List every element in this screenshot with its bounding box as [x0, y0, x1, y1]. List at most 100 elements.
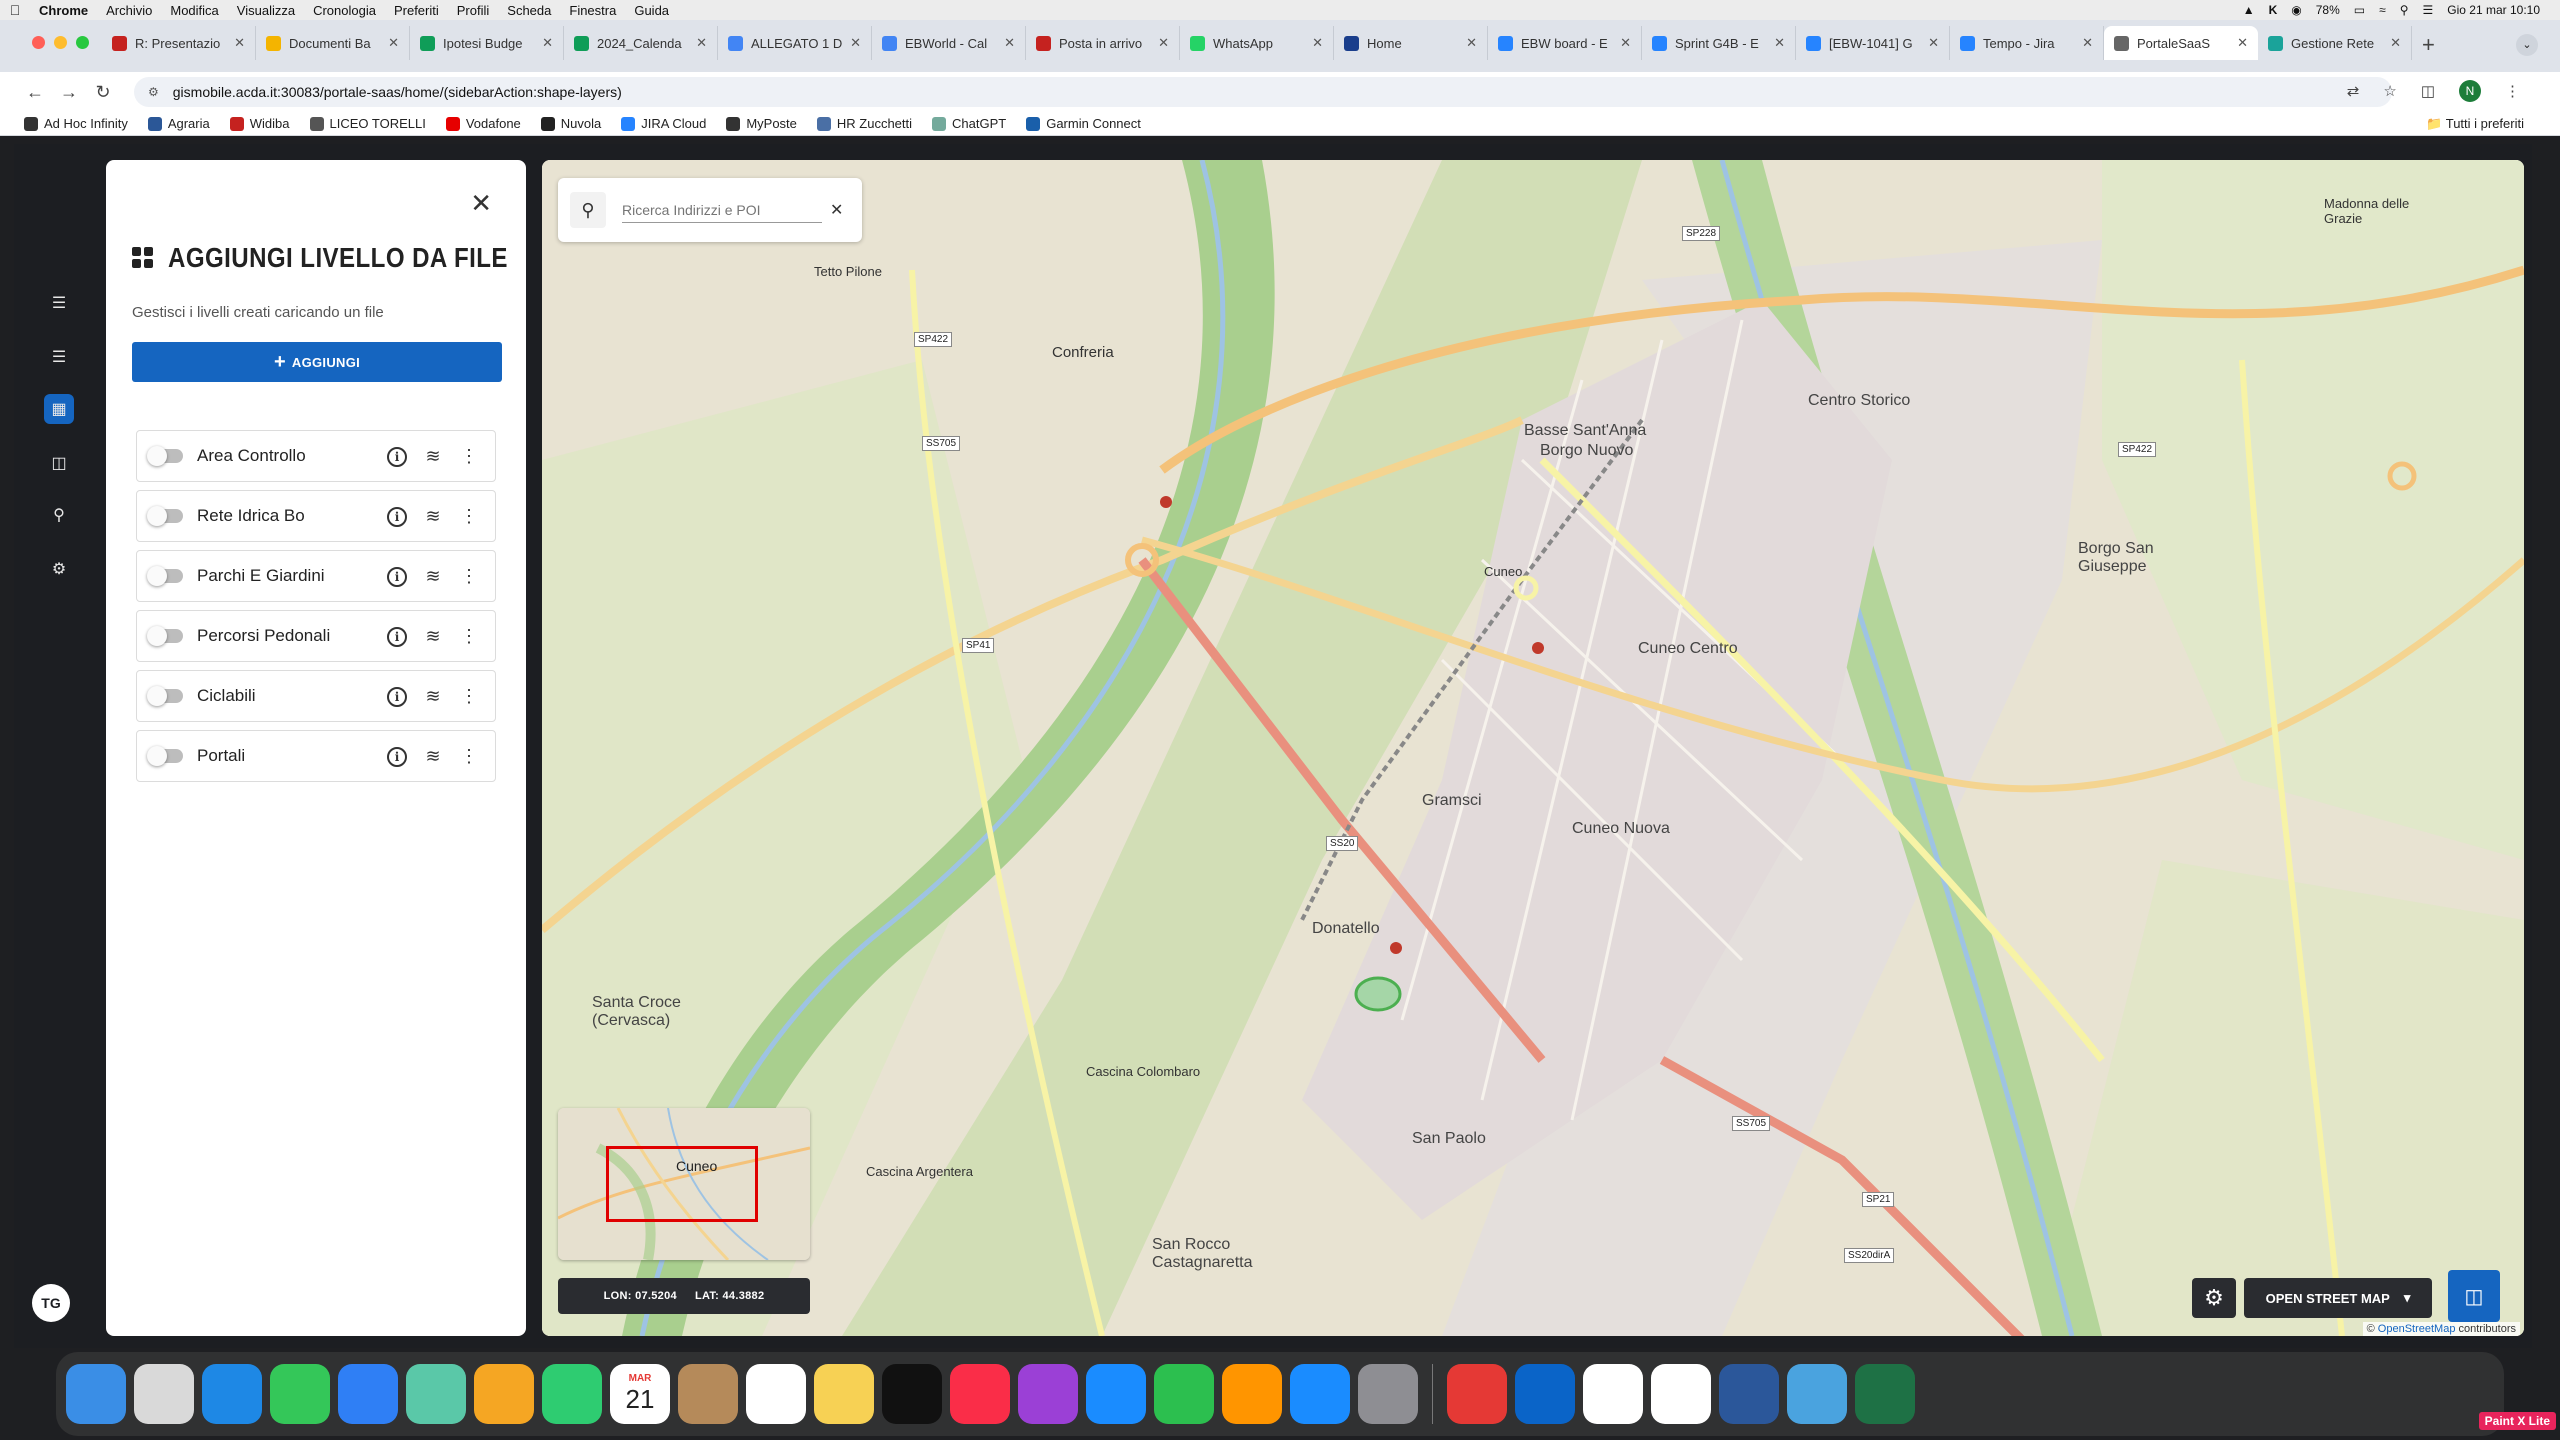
- browser-tab[interactable]: 2024_Calenda ✕: [564, 26, 718, 60]
- tab-close-icon[interactable]: ✕: [1312, 35, 1323, 51]
- browser-tab[interactable]: Ipotesi Budge ✕: [410, 26, 564, 60]
- browser-tab[interactable]: WhatsApp ✕: [1180, 26, 1334, 60]
- layer-more-menu-icon[interactable]: ⋮: [455, 446, 483, 467]
- bookmark-item[interactable]: ChatGPT: [932, 116, 1006, 131]
- tab-close-icon[interactable]: ✕: [1004, 35, 1015, 51]
- notes-icon[interactable]: [814, 1364, 874, 1424]
- drive-icon[interactable]: ▲: [2243, 3, 2255, 17]
- bookmark-item[interactable]: LICEO TORELLI: [309, 116, 426, 131]
- menu-scheda[interactable]: Scheda: [498, 3, 560, 18]
- tab-close-icon[interactable]: ✕: [850, 35, 861, 51]
- search-tool-icon[interactable]: ⚲: [44, 500, 74, 530]
- bookmark-item[interactable]: JIRA Cloud: [621, 116, 706, 131]
- layer-info-icon[interactable]: i: [383, 685, 411, 707]
- keynote-icon[interactable]: [1086, 1364, 1146, 1424]
- battery-icon[interactable]: ▭: [2354, 3, 2365, 17]
- tab-close-icon[interactable]: ✕: [1620, 35, 1631, 51]
- chrome-icon[interactable]: [1651, 1364, 1711, 1424]
- anydesk-icon[interactable]: [1447, 1364, 1507, 1424]
- numbers-icon[interactable]: [1154, 1364, 1214, 1424]
- layer-more-menu-icon[interactable]: ⋮: [455, 746, 483, 767]
- translate-icon[interactable]: ⇄: [2347, 82, 2360, 100]
- tab-close-icon[interactable]: ✕: [388, 35, 399, 51]
- tab-close-icon[interactable]: ✕: [2390, 35, 2401, 51]
- layer-style-icon[interactable]: ≋: [419, 506, 447, 527]
- safari-icon[interactable]: [202, 1364, 262, 1424]
- layer-info-icon[interactable]: i: [383, 625, 411, 647]
- forward-arrow-icon[interactable]: →: [52, 82, 86, 103]
- back-arrow-icon[interactable]: ←: [18, 82, 52, 103]
- location-pin-icon[interactable]: ⚲: [570, 192, 606, 228]
- minimize-window-icon[interactable]: [54, 36, 67, 49]
- bookmark-item[interactable]: Agraria: [147, 116, 210, 131]
- tab-search-chevron-icon[interactable]: ⌄: [2516, 34, 2538, 56]
- browser-tab[interactable]: R: Presentazio ✕: [102, 26, 256, 60]
- bookmark-star-icon[interactable]: ☆: [2383, 82, 2396, 100]
- wifi-icon[interactable]: ≈: [2379, 3, 2386, 17]
- layers-icon[interactable]: ☰: [44, 288, 74, 318]
- menu-finestra[interactable]: Finestra: [560, 3, 625, 18]
- address-bar[interactable]: ⚙ gismobile.acda.it:30083/portale-saas/h…: [134, 77, 2392, 107]
- layer-more-menu-icon[interactable]: ⋮: [455, 626, 483, 647]
- shape-layers-icon[interactable]: ▦: [44, 394, 74, 424]
- browser-tab[interactable]: Sprint G4B - E ✕: [1642, 26, 1796, 60]
- excel-icon[interactable]: [1855, 1364, 1915, 1424]
- bookmark-item[interactable]: Nuvola: [540, 116, 601, 131]
- layer-style-icon[interactable]: ≋: [419, 686, 447, 707]
- layer-visibility-toggle[interactable]: [147, 626, 183, 646]
- map-settings-button[interactable]: ⚙: [2192, 1278, 2236, 1318]
- contacts-icon[interactable]: [678, 1364, 738, 1424]
- tab-close-icon[interactable]: ✕: [1928, 35, 1939, 51]
- spotlight-search-icon[interactable]: ⚲: [2400, 3, 2409, 17]
- tab-close-icon[interactable]: ✕: [1158, 35, 1169, 51]
- new-tab-button[interactable]: +: [2422, 32, 2435, 58]
- kebab-menu-icon[interactable]: ⋮: [2505, 82, 2520, 100]
- tv-icon[interactable]: [882, 1364, 942, 1424]
- layer-visibility-toggle[interactable]: [147, 566, 183, 586]
- launchpad-icon[interactable]: [134, 1364, 194, 1424]
- map-book-button[interactable]: ◫: [2448, 1270, 2500, 1322]
- menu-cronologia[interactable]: Cronologia: [304, 3, 385, 18]
- map-tiles[interactable]: [542, 160, 2524, 1336]
- k-app-icon[interactable]: K: [2269, 3, 2278, 17]
- layer-more-menu-icon[interactable]: ⋮: [455, 506, 483, 527]
- finder-icon[interactable]: [66, 1364, 126, 1424]
- paint-x-badge[interactable]: Paint X Lite: [2478, 1412, 2556, 1430]
- reminders-icon[interactable]: [746, 1364, 806, 1424]
- layer-visibility-toggle[interactable]: [147, 506, 183, 526]
- tab-close-icon[interactable]: ✕: [2237, 35, 2248, 51]
- preview-icon[interactable]: [1787, 1364, 1847, 1424]
- clock[interactable]: Gio 21 mar 10:10: [2447, 3, 2540, 17]
- layer-info-icon[interactable]: i: [383, 565, 411, 587]
- layer-visibility-toggle[interactable]: [147, 446, 183, 466]
- system-settings-icon[interactable]: [1358, 1364, 1418, 1424]
- slack-icon[interactable]: [1583, 1364, 1643, 1424]
- profile-avatar[interactable]: N: [2459, 80, 2481, 102]
- messages-icon[interactable]: [270, 1364, 330, 1424]
- close-panel-icon[interactable]: ✕: [470, 188, 492, 219]
- menu-modifica[interactable]: Modifica: [161, 3, 227, 18]
- apple-icon[interactable]: : [0, 2, 30, 18]
- layer-style-icon[interactable]: ≋: [419, 566, 447, 587]
- bookmark-item[interactable]: Ad Hoc Infinity: [24, 116, 128, 131]
- tab-close-icon[interactable]: ✕: [542, 35, 553, 51]
- browser-tab[interactable]: EBW board - E ✕: [1488, 26, 1642, 60]
- site-info-icon[interactable]: ⚙: [148, 85, 159, 99]
- browser-tab[interactable]: Posta in arrivo ✕: [1026, 26, 1180, 60]
- osm-link[interactable]: OpenStreetMap: [2378, 1323, 2456, 1335]
- document-icon[interactable]: ◫: [44, 448, 74, 478]
- tab-close-icon[interactable]: ✕: [1774, 35, 1785, 51]
- overview-minimap[interactable]: Cuneo: [558, 1108, 810, 1260]
- browser-tab[interactable]: Tempo - Jira ✕: [1950, 26, 2104, 60]
- browser-tab[interactable]: [EBW-1041] G ✕: [1796, 26, 1950, 60]
- calendar-icon[interactable]: MAR 21: [610, 1364, 670, 1424]
- layer-more-menu-icon[interactable]: ⋮: [455, 686, 483, 707]
- address-search-input[interactable]: [622, 197, 822, 223]
- photos-icon[interactable]: [474, 1364, 534, 1424]
- all-bookmarks-folder[interactable]: 📁 Tutti i preferiti: [2426, 116, 2524, 132]
- browser-tab[interactable]: Home ✕: [1334, 26, 1488, 60]
- browser-tab[interactable]: Documenti Ba ✕: [256, 26, 410, 60]
- layer-style-icon[interactable]: ≋: [419, 626, 447, 647]
- bookmark-item[interactable]: Widiba: [229, 116, 290, 131]
- tab-close-icon[interactable]: ✕: [696, 35, 707, 51]
